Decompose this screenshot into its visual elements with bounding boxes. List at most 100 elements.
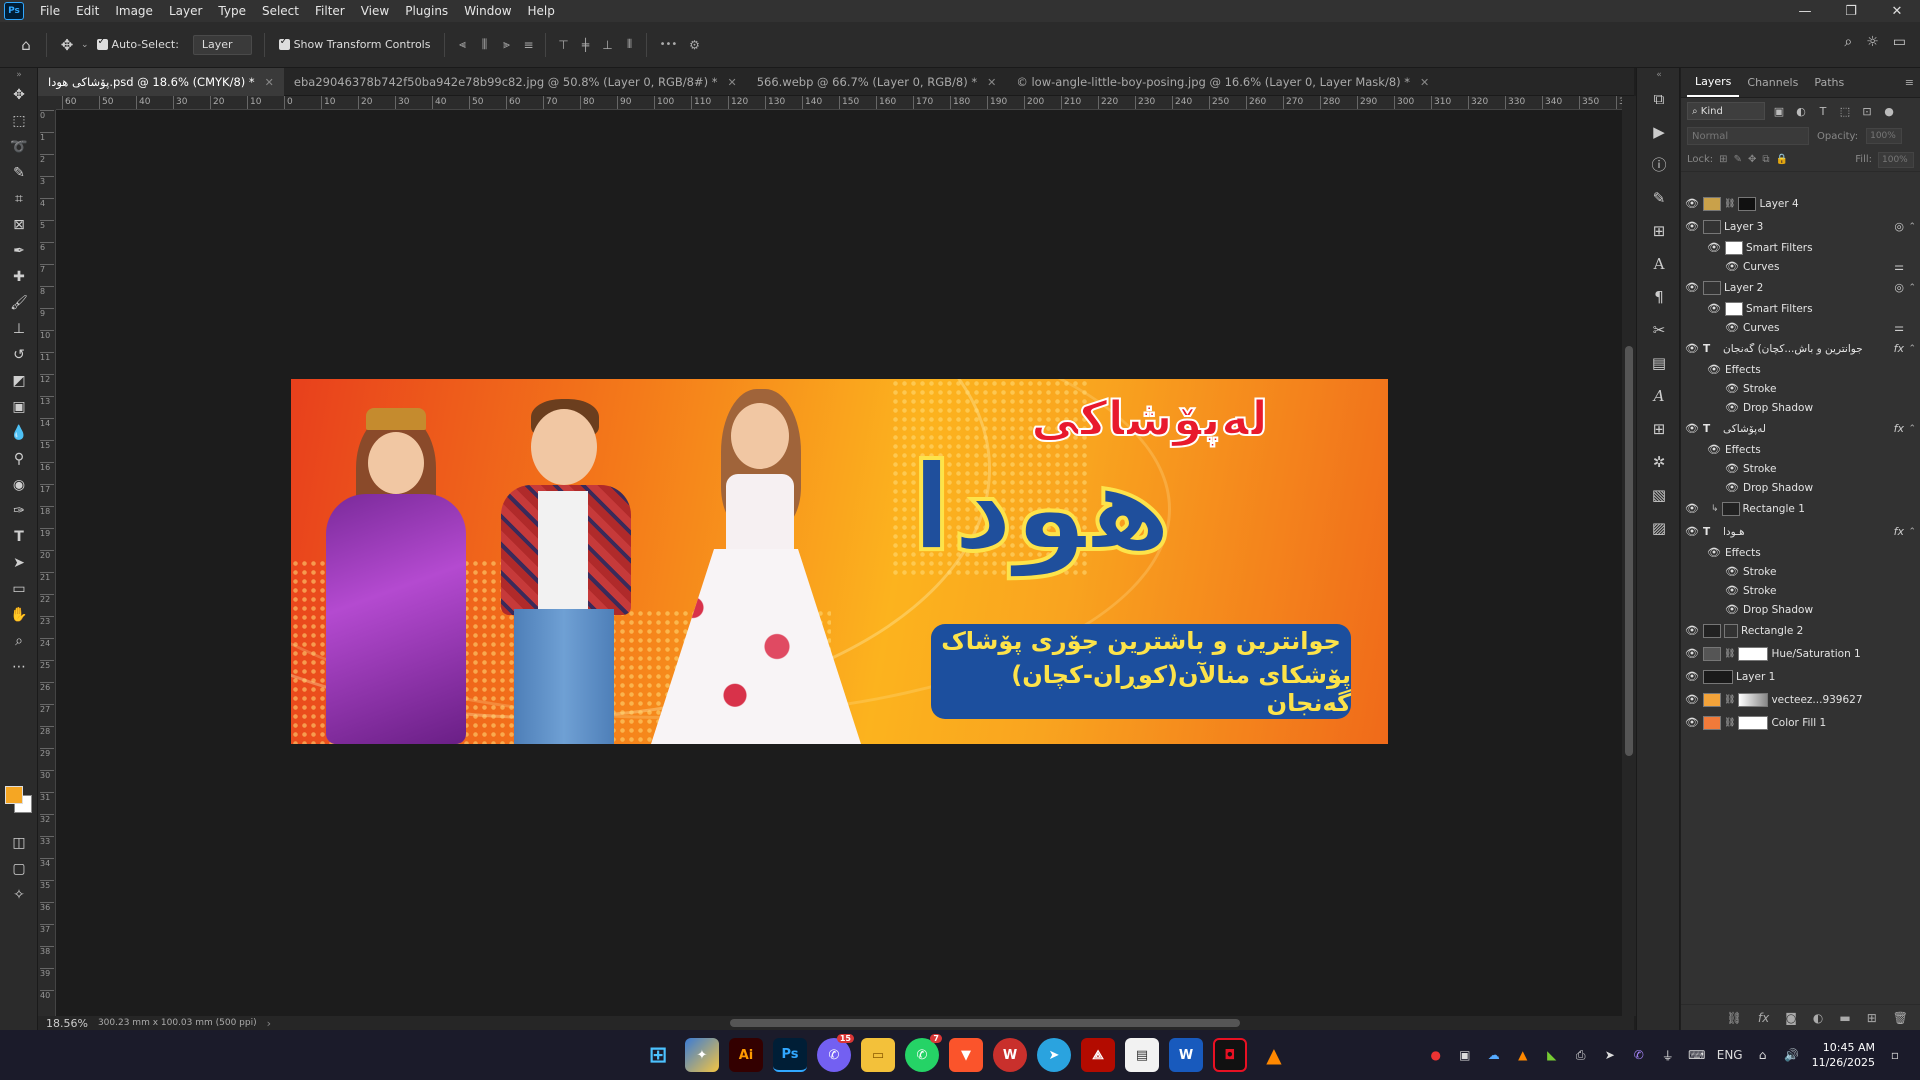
document-info[interactable]: 300.23 mm x 100.03 mm (500 ppi) [98,1018,257,1028]
menu-select[interactable]: Select [254,0,307,22]
more-options-icon[interactable]: ••• [653,34,683,56]
eye-icon[interactable]: 👁 [1721,260,1743,273]
tab-layers[interactable]: Layers [1687,69,1740,97]
eye-icon[interactable]: 👁 [1681,647,1703,660]
eraser-tool-icon[interactable]: ◩ [0,368,38,394]
fill-input[interactable]: 100% [1878,151,1914,168]
lock-position-icon[interactable]: ✥ [1748,154,1756,165]
paragraph-icon[interactable]: ¶ [1637,280,1681,313]
properties-icon[interactable]: ✲ [1637,445,1681,478]
filter-pixel-icon[interactable]: ▣ [1771,103,1787,119]
widgets-icon[interactable]: ✦ [685,1038,719,1072]
new-layer-icon[interactable]: ⊞ [1867,1011,1877,1025]
tray-app-icon[interactable]: ● [1427,1046,1445,1064]
libraries-icon[interactable]: ▤ [1637,346,1681,379]
add-mask-icon[interactable]: ◙ [1785,1011,1797,1025]
blend-mode-dropdown[interactable]: Normal [1687,127,1809,145]
foreground-color-swatch[interactable] [5,786,23,804]
filter-smart-object-icon[interactable]: ⊡ [1859,103,1875,119]
chevron-down-icon[interactable]: ⌄ [81,40,89,50]
close-icon[interactable]: ✕ [265,76,274,89]
glyphs-icon[interactable]: A [1637,379,1681,412]
add-style-icon[interactable]: fx [1758,1011,1769,1025]
discover-icon[interactable]: ☼ [1866,34,1879,50]
eye-icon[interactable]: 👁 [1681,624,1703,637]
generate-icon[interactable]: ✧ [0,882,38,908]
vertical-scrollbar[interactable] [1622,96,1636,1016]
layer-row[interactable]: 👁 ↳ Rectangle 1 [1681,497,1920,520]
effect-row[interactable]: 👁 Drop Shadow [1681,600,1920,619]
collapse-toolbar-icon[interactable]: » [0,68,38,82]
horizontal-ruler[interactable]: 60 50 40 30 20 10 0 10 20 30 40 50 60 70 80 90 100 110 120… [56,96,1622,110]
menu-layer[interactable]: Layer [161,0,210,22]
filter-toggle-icon[interactable]: ● [1881,103,1897,119]
eye-icon[interactable]: 👁 [1681,220,1703,233]
chevron-right-icon[interactable]: › [267,1017,271,1030]
eye-icon[interactable]: 👁 [1721,382,1743,395]
menu-file[interactable]: File [32,0,68,22]
new-adjustment-icon[interactable]: ◐ [1813,1011,1823,1025]
vertical-scroll-thumb[interactable] [1625,346,1633,756]
eye-icon[interactable]: 👁 [1721,481,1743,494]
clone-source-icon[interactable]: ⊞ [1637,214,1681,247]
marquee-tool-icon[interactable]: ⬚ [0,108,38,134]
eye-icon[interactable]: 👁 [1681,525,1703,538]
effects-row[interactable]: 👁 Effects [1681,440,1920,459]
layer-row[interactable]: 👁 Layer 2 ◎ ⌃ [1681,276,1920,299]
home-icon[interactable]: ⌂ [12,31,40,59]
chevron-up-icon[interactable]: ⌃ [1908,344,1916,354]
effect-row[interactable]: 👁 Stroke [1681,379,1920,398]
new-group-icon[interactable]: ▬ [1839,1011,1850,1025]
eye-icon[interactable]: 👁 [1681,716,1703,729]
opacity-input[interactable]: 100% [1866,128,1903,144]
brave-browser-icon[interactable]: ▼ [949,1038,983,1072]
zoom-tool-icon[interactable]: ⌕ [0,628,38,654]
clock[interactable]: 10:45 AM 11/26/2025 [1812,1040,1875,1070]
link-layers-icon[interactable]: ⛓ [1727,1011,1742,1025]
volume-icon[interactable]: 🔊 [1783,1046,1801,1064]
fx-icon[interactable]: fx [1894,422,1904,435]
file-explorer-icon[interactable]: ▭ [861,1038,895,1072]
blur-tool-icon[interactable]: 💧 [0,420,38,446]
character-icon[interactable]: A [1637,247,1681,280]
lock-pixels-icon[interactable]: ✎ [1734,154,1742,165]
show-transform-checkbox[interactable]: Show Transform Controls [278,36,430,51]
close-icon[interactable]: ✕ [727,76,736,89]
tab-document-4[interactable]: © low-angle-little-boy-posing.jpg @ 16.6… [1006,68,1439,96]
path-select-tool-icon[interactable]: ➤ [0,550,38,576]
align-center-icon[interactable]: ⫼ [473,34,495,56]
tab-channels[interactable]: Channels [1739,68,1806,98]
gradient-tool-icon[interactable]: ▣ [0,394,38,420]
layer-row[interactable]: 👁 ⛓ Hue/Saturation 1 [1681,642,1920,665]
quick-select-tool-icon[interactable]: ✎ [0,160,38,186]
eye-icon[interactable]: 👁 [1681,197,1703,210]
tray-telegram-icon[interactable]: ➤ [1601,1046,1619,1064]
tab-paths[interactable]: Paths [1806,68,1852,98]
menu-edit[interactable]: Edit [68,0,107,22]
chevron-up-icon[interactable]: ⌃ [1908,527,1916,537]
menu-plugins[interactable]: Plugins [397,0,456,22]
patterns-icon[interactable]: ▨ [1637,511,1681,544]
tray-cloud-icon[interactable]: ☁ [1485,1046,1503,1064]
distribute-vertical-icon[interactable]: ⫴ [618,34,640,56]
move-tool-icon[interactable]: ✥ [53,31,81,59]
filter-options-icon[interactable]: ⚌ [1894,260,1904,273]
rectangle-tool-icon[interactable]: ▭ [0,576,38,602]
filter-options-icon[interactable]: ⚌ [1894,321,1904,334]
eye-icon[interactable]: 👁 [1721,401,1743,414]
filter-type-icon[interactable]: T [1815,103,1831,119]
panel-menu-icon[interactable]: ≡ [1905,76,1914,89]
history-brush-tool-icon[interactable]: ↺ [0,342,38,368]
hand-tool-icon[interactable]: ✋ [0,602,38,628]
eye-icon[interactable]: 👁 [1681,670,1703,683]
effects-row[interactable]: 👁 Effects [1681,360,1920,379]
network-icon[interactable]: ⌂ [1754,1046,1772,1064]
telegram-icon[interactable]: ➤ [1037,1038,1071,1072]
eye-icon[interactable]: 👁 [1721,462,1743,475]
lock-transparency-icon[interactable]: ⊞ [1719,154,1727,165]
close-button[interactable]: ✕ [1874,0,1920,22]
effect-row[interactable]: 👁 Drop Shadow [1681,398,1920,417]
lasso-tool-icon[interactable]: ➰ [0,134,38,160]
align-left-icon[interactable]: ⫷ [451,34,473,56]
color-swatches[interactable] [5,786,35,816]
